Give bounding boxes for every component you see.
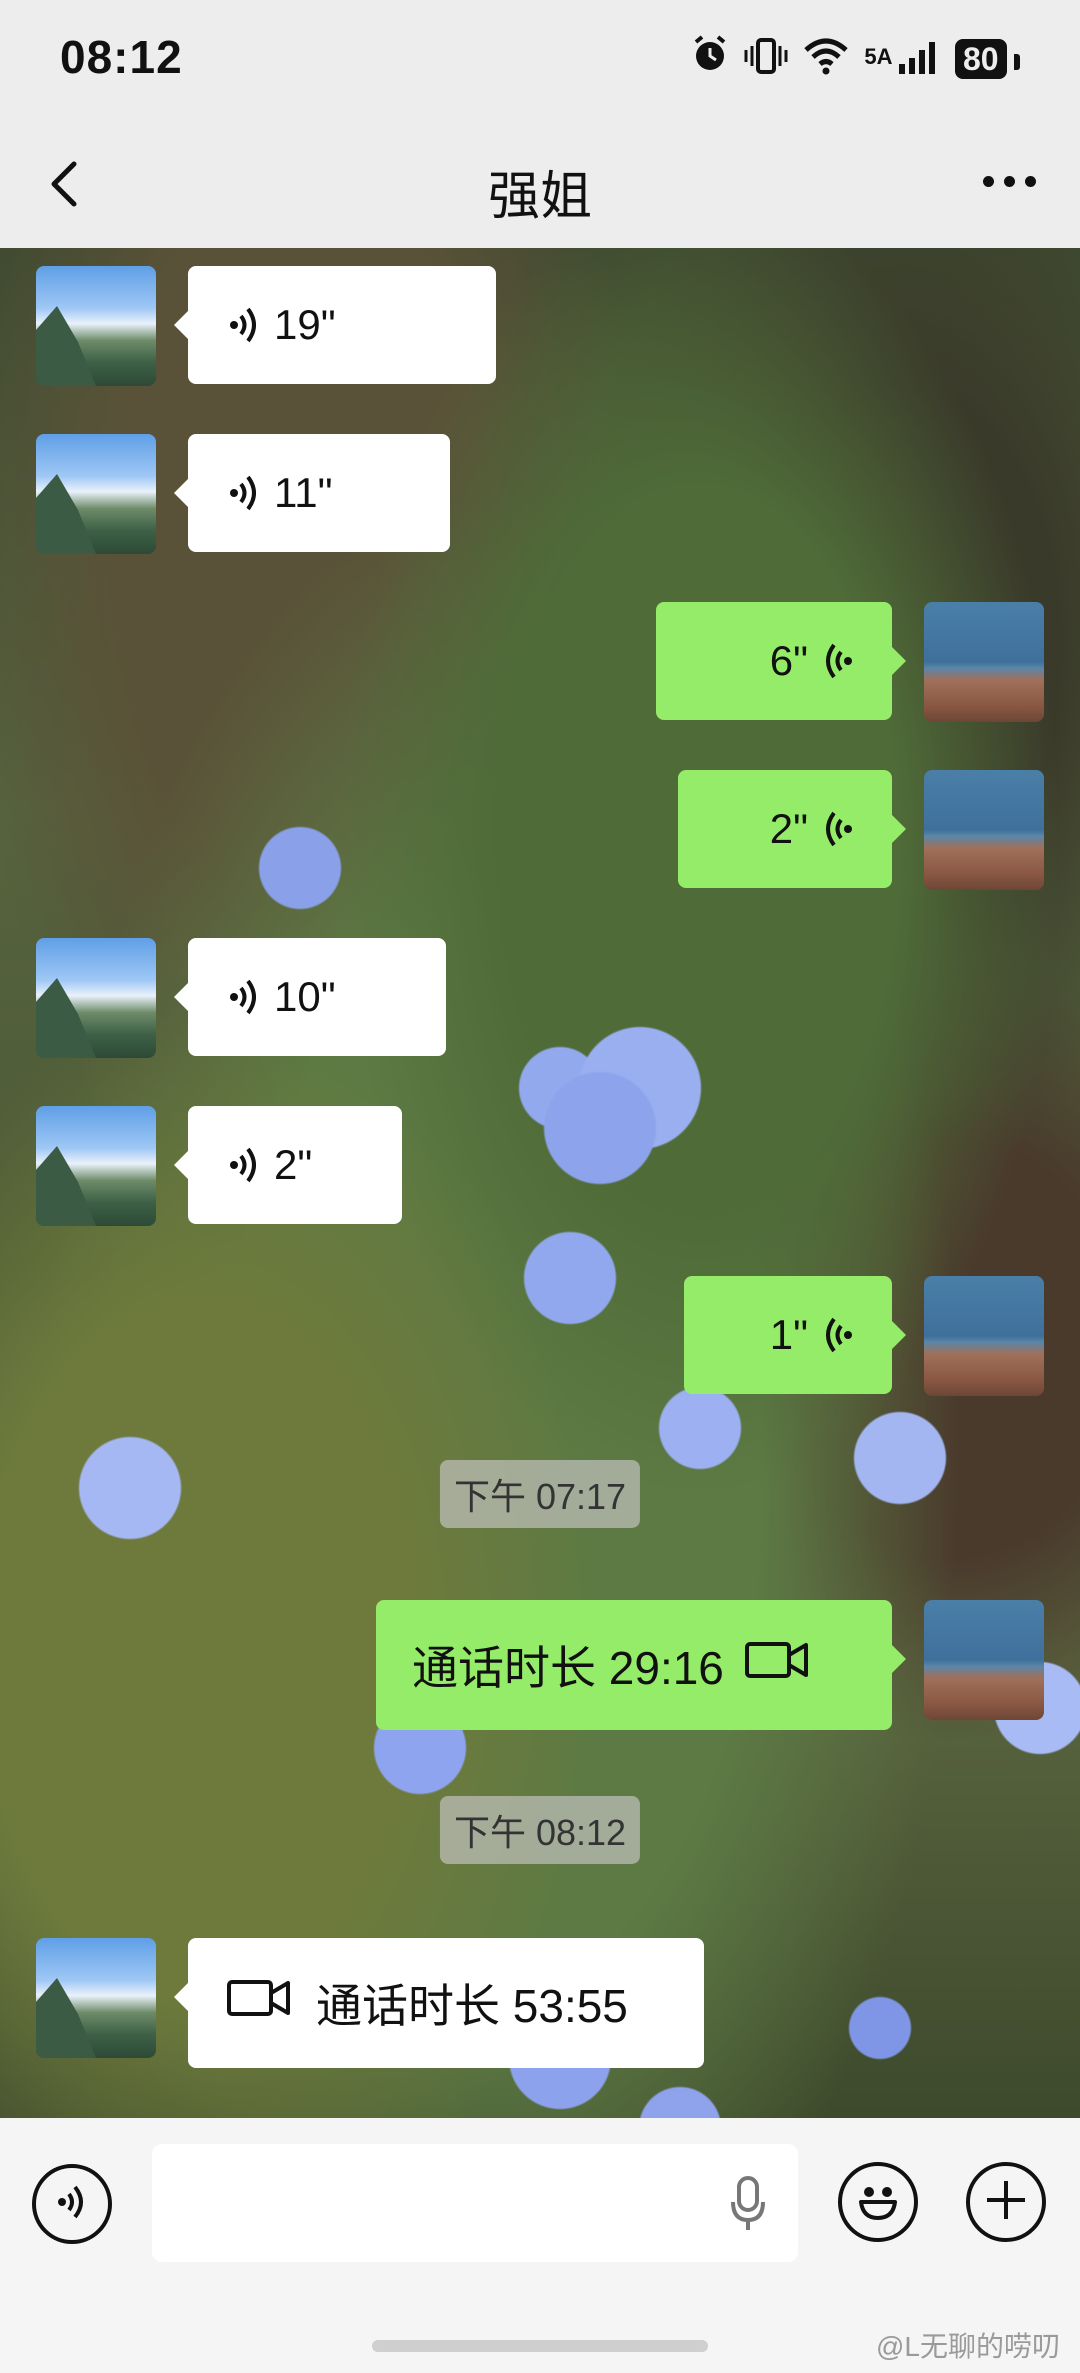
chat-area[interactable]: 19" 11" 6" 2" 10" 2" 1" 下午 07:17 通话时长 29… — [0, 248, 1080, 2118]
voice-wave-icon — [822, 809, 852, 849]
my-avatar[interactable] — [924, 770, 1044, 890]
voice-wave-icon — [822, 641, 852, 681]
input-bar: @L无聊的唠叨 — [0, 2118, 1080, 2373]
call-duration-text: 通话时长 53:55 — [316, 1980, 628, 2032]
voice-wave-icon — [230, 977, 260, 1017]
voice-message[interactable]: 11" — [174, 434, 450, 552]
message-input[interactable] — [152, 2144, 798, 2262]
video-call-record[interactable]: 通话时长 29:16 — [376, 1600, 906, 1730]
emoji-button[interactable] — [838, 2162, 918, 2242]
status-time: 08:12 — [60, 31, 183, 83]
home-indicator[interactable] — [372, 2340, 708, 2352]
voice-message[interactable]: 10" — [174, 938, 446, 1056]
microphone-icon[interactable] — [730, 2176, 766, 2237]
voice-duration: 11" — [274, 469, 333, 516]
battery-icon: 80 — [954, 38, 1020, 79]
voice-message[interactable]: 1" — [684, 1276, 906, 1394]
video-camera-icon — [744, 1638, 810, 1692]
video-camera-icon — [226, 1976, 292, 2030]
voice-message[interactable]: 2" — [678, 770, 906, 888]
voice-mode-button[interactable] — [32, 2164, 112, 2244]
voice-message[interactable]: 6" — [656, 602, 906, 720]
voice-duration: 1" — [769, 1311, 808, 1358]
call-duration-text: 通话时长 29:16 — [412, 1642, 724, 1694]
emoji-icon — [848, 2170, 908, 2235]
my-avatar[interactable] — [924, 1600, 1044, 1720]
page-title: 强姐 — [487, 168, 592, 226]
status-bar: 08:12 5A 80 — [0, 0, 1080, 120]
my-avatar[interactable] — [924, 1276, 1044, 1396]
contact-avatar[interactable] — [36, 1106, 156, 1226]
contact-avatar[interactable] — [36, 434, 156, 554]
voice-duration: 19" — [274, 301, 336, 348]
signal-icon: 5A — [864, 36, 941, 82]
alarm-icon — [690, 34, 730, 83]
wifi-icon — [802, 36, 850, 81]
battery-level: 80 — [954, 38, 1007, 79]
chat-header: 强姐 — [0, 120, 1080, 248]
voice-message[interactable]: 2" — [174, 1106, 402, 1224]
voice-mode-icon — [54, 2182, 90, 2227]
voice-message[interactable]: 19" — [174, 266, 496, 384]
contact-avatar[interactable] — [36, 1938, 156, 2058]
status-icons: 5A 80 — [690, 34, 1020, 83]
voice-duration: 2" — [274, 1141, 313, 1188]
plus-button[interactable] — [966, 2162, 1046, 2242]
voice-wave-icon — [822, 1315, 852, 1355]
voice-duration: 6" — [769, 637, 808, 684]
more-icon[interactable] — [983, 176, 1036, 187]
plus-icon — [981, 2175, 1031, 2230]
voice-duration: 2" — [769, 805, 808, 852]
contact-avatar[interactable] — [36, 938, 156, 1058]
video-call-record[interactable]: 通话时长 53:55 — [174, 1938, 704, 2068]
voice-duration: 10" — [274, 973, 336, 1020]
network-type: 5A — [864, 43, 893, 69]
voice-wave-icon — [230, 473, 260, 513]
contact-avatar[interactable] — [36, 266, 156, 386]
vibrate-icon — [744, 36, 788, 81]
my-avatar[interactable] — [924, 602, 1044, 722]
voice-wave-icon — [230, 305, 260, 345]
watermark: @L无聊的唠叨 — [876, 2331, 1060, 2362]
voice-wave-icon — [230, 1145, 260, 1185]
message-timestamp: 下午 08:12 — [439, 1796, 641, 1864]
message-timestamp: 下午 07:17 — [439, 1460, 641, 1528]
